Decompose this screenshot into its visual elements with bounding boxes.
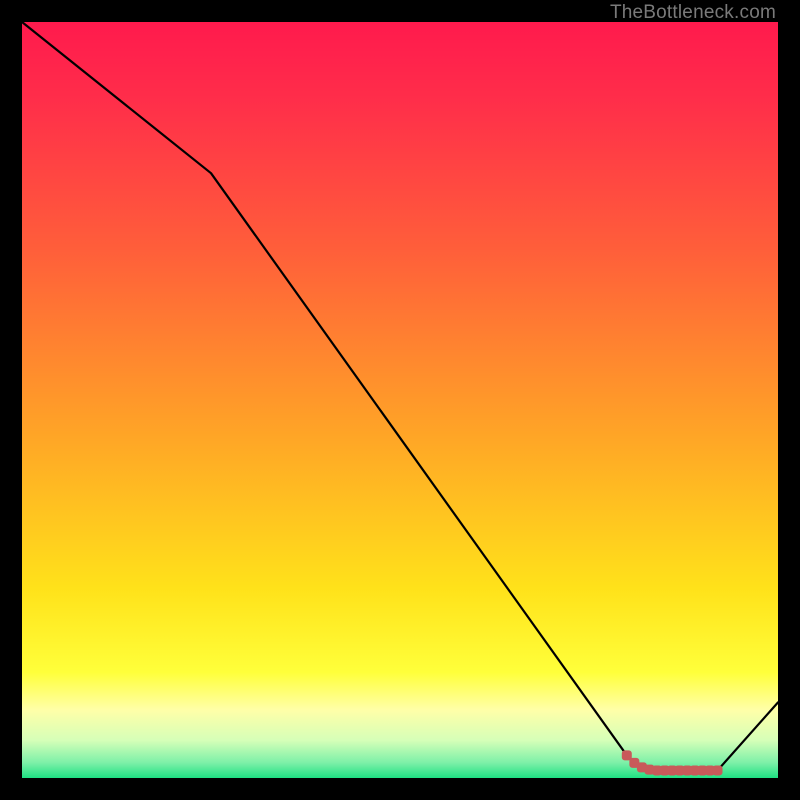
highlight-marker [622,751,631,760]
highlight-marker-group [622,751,722,775]
bottleneck-curve-line [22,22,778,770]
highlight-marker [713,766,722,775]
watermark-text: TheBottleneck.com [610,2,776,24]
chart-stage: TheBottleneck.com [0,0,800,800]
plot-area [22,22,778,778]
chart-overlay [22,22,778,778]
